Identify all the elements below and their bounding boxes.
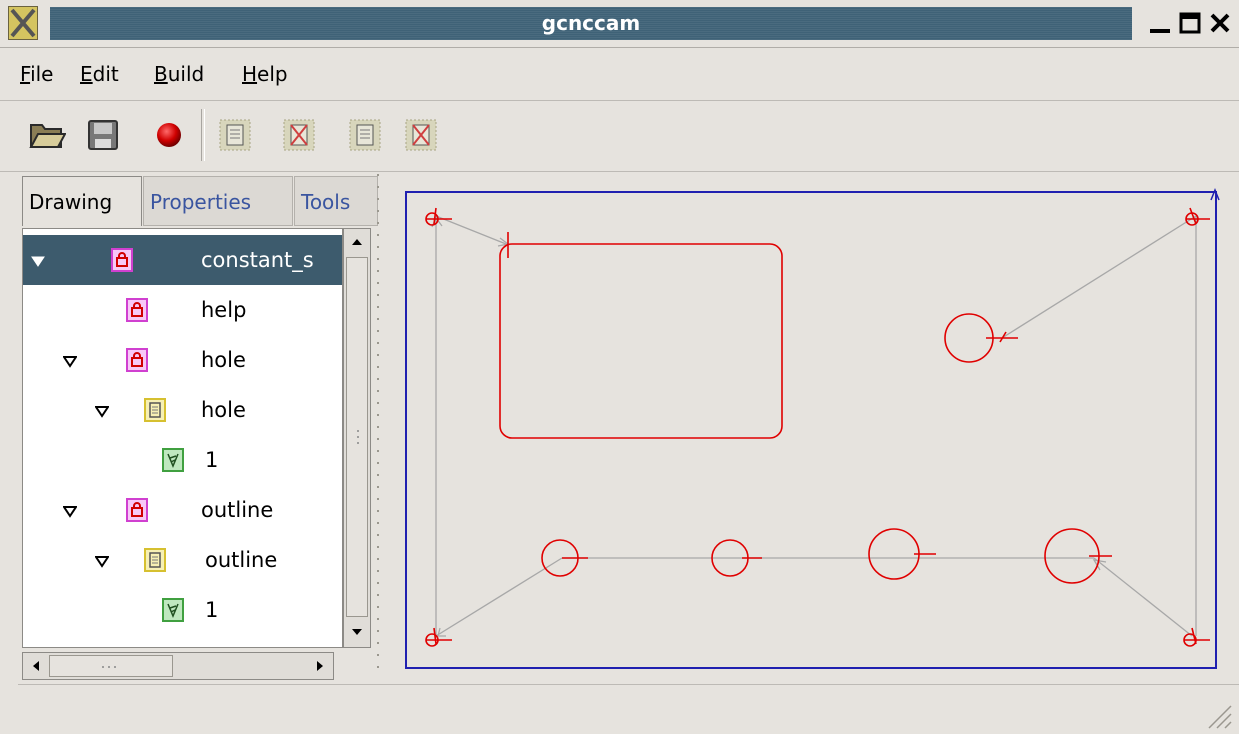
scroll-down-button[interactable] bbox=[346, 621, 368, 643]
tree-row[interactable]: 1 bbox=[23, 435, 342, 485]
remove-layer-button[interactable] bbox=[274, 107, 324, 163]
layer-remove-icon bbox=[405, 119, 437, 151]
tree-row-label: hole bbox=[201, 348, 246, 372]
menu-bar: File Edit Build Help bbox=[0, 48, 1239, 101]
group-icon bbox=[111, 248, 133, 272]
remove-tool-button[interactable] bbox=[396, 107, 446, 163]
toolbar-separator bbox=[201, 109, 205, 161]
arrow-right-icon bbox=[317, 661, 323, 671]
menu-edit[interactable]: Edit bbox=[80, 62, 119, 86]
drawing-canvas[interactable] bbox=[384, 174, 1239, 674]
expander-open-icon[interactable] bbox=[95, 405, 109, 419]
expander-open-icon[interactable] bbox=[95, 555, 109, 569]
tree-horizontal-scrollbar[interactable] bbox=[22, 652, 334, 680]
open-icon bbox=[29, 124, 66, 148]
add-layer-button[interactable] bbox=[210, 107, 260, 163]
tree-row[interactable]: outline bbox=[23, 485, 342, 535]
layer-icon bbox=[219, 119, 251, 151]
toolbar bbox=[0, 101, 1239, 172]
resize-grip-icon[interactable] bbox=[1203, 700, 1233, 730]
pocket-rect bbox=[499, 243, 783, 439]
tab-tools-label: Tools bbox=[301, 190, 351, 214]
save-button[interactable] bbox=[78, 107, 128, 163]
hole-circle bbox=[944, 313, 994, 363]
scroll-thumb[interactable] bbox=[49, 655, 173, 677]
tree-row[interactable]: outline bbox=[23, 535, 342, 585]
arrow-left-icon bbox=[33, 661, 39, 671]
tool-icon bbox=[162, 598, 184, 622]
menu-build[interactable]: Build bbox=[154, 62, 204, 86]
group-icon bbox=[126, 348, 148, 372]
expander-open-icon[interactable] bbox=[63, 505, 77, 519]
rapid-moves bbox=[431, 215, 1197, 637]
arrow-down-icon bbox=[352, 629, 362, 635]
tree-row-label: outline bbox=[201, 498, 274, 522]
layer-icon bbox=[144, 398, 166, 422]
save-icon bbox=[88, 120, 118, 150]
app-icon[interactable] bbox=[8, 6, 38, 40]
layer-icon bbox=[349, 119, 381, 151]
add-tool-button[interactable] bbox=[340, 107, 390, 163]
grip-icon bbox=[102, 666, 116, 668]
tab-drawing[interactable]: Drawing bbox=[22, 176, 142, 226]
tree-row-label: 1 bbox=[205, 448, 219, 472]
maximize-button[interactable] bbox=[1176, 8, 1204, 38]
tree-row-label: outline bbox=[205, 548, 278, 572]
window-title: gcnccam bbox=[541, 11, 641, 35]
close-button[interactable] bbox=[1206, 8, 1234, 38]
menu-build-label: Build bbox=[154, 62, 205, 86]
group-icon bbox=[126, 498, 148, 522]
tab-properties-label: Properties bbox=[150, 190, 252, 214]
menu-help-label: Help bbox=[242, 62, 288, 86]
open-button[interactable] bbox=[22, 107, 72, 163]
menu-help[interactable]: Help bbox=[242, 62, 288, 86]
expander-open-icon[interactable] bbox=[63, 355, 77, 369]
menu-edit-label: Edit bbox=[80, 62, 119, 86]
title-strip[interactable]: gcnccam bbox=[50, 7, 1132, 40]
tab-tools[interactable]: Tools bbox=[294, 176, 378, 226]
expander-open-icon[interactable] bbox=[31, 255, 45, 269]
tree-row[interactable]: hole bbox=[23, 385, 342, 435]
tab-drawing-label: Drawing bbox=[29, 190, 113, 214]
arrow-up-icon bbox=[352, 239, 362, 245]
tree-row-label: hole bbox=[201, 398, 246, 422]
layer-icon bbox=[144, 548, 166, 572]
tool-icon bbox=[162, 448, 184, 472]
scroll-thumb[interactable] bbox=[346, 257, 368, 617]
layer-remove-icon bbox=[283, 119, 315, 151]
menu-file-label: File bbox=[20, 62, 54, 86]
scroll-left-button[interactable] bbox=[25, 655, 47, 677]
minimize-button[interactable] bbox=[1146, 8, 1174, 38]
title-bar: gcnccam bbox=[0, 0, 1239, 48]
tab-properties[interactable]: Properties bbox=[143, 176, 293, 226]
tree-row-label: constant_s bbox=[201, 248, 314, 272]
tree-row[interactable]: hole bbox=[23, 335, 342, 385]
status-bar bbox=[18, 684, 1239, 734]
scroll-right-button[interactable] bbox=[309, 655, 331, 677]
menu-file[interactable]: File bbox=[20, 62, 53, 86]
tree-row[interactable]: constant_s bbox=[23, 235, 342, 285]
work-boundary bbox=[405, 191, 1217, 669]
record-icon bbox=[157, 123, 181, 147]
tree-vertical-scrollbar[interactable] bbox=[343, 228, 371, 648]
tree-row-label: help bbox=[201, 298, 247, 322]
tree-row[interactable]: help bbox=[23, 285, 342, 335]
tree-row-label: 1 bbox=[205, 598, 219, 622]
toolpaths bbox=[425, 207, 1210, 647]
notebook-tabs: Drawing Properties Tools bbox=[18, 176, 378, 228]
hole-circle bbox=[868, 528, 920, 580]
group-icon bbox=[126, 298, 148, 322]
tree-row[interactable]: 1 bbox=[23, 585, 342, 635]
drawing-tree[interactable]: constant_s help hole hole 1 outline outl… bbox=[22, 228, 343, 648]
record-button[interactable] bbox=[144, 107, 194, 163]
grip-icon bbox=[357, 430, 359, 444]
scroll-up-button[interactable] bbox=[346, 231, 368, 253]
pane-divider-handle[interactable] bbox=[374, 174, 382, 670]
